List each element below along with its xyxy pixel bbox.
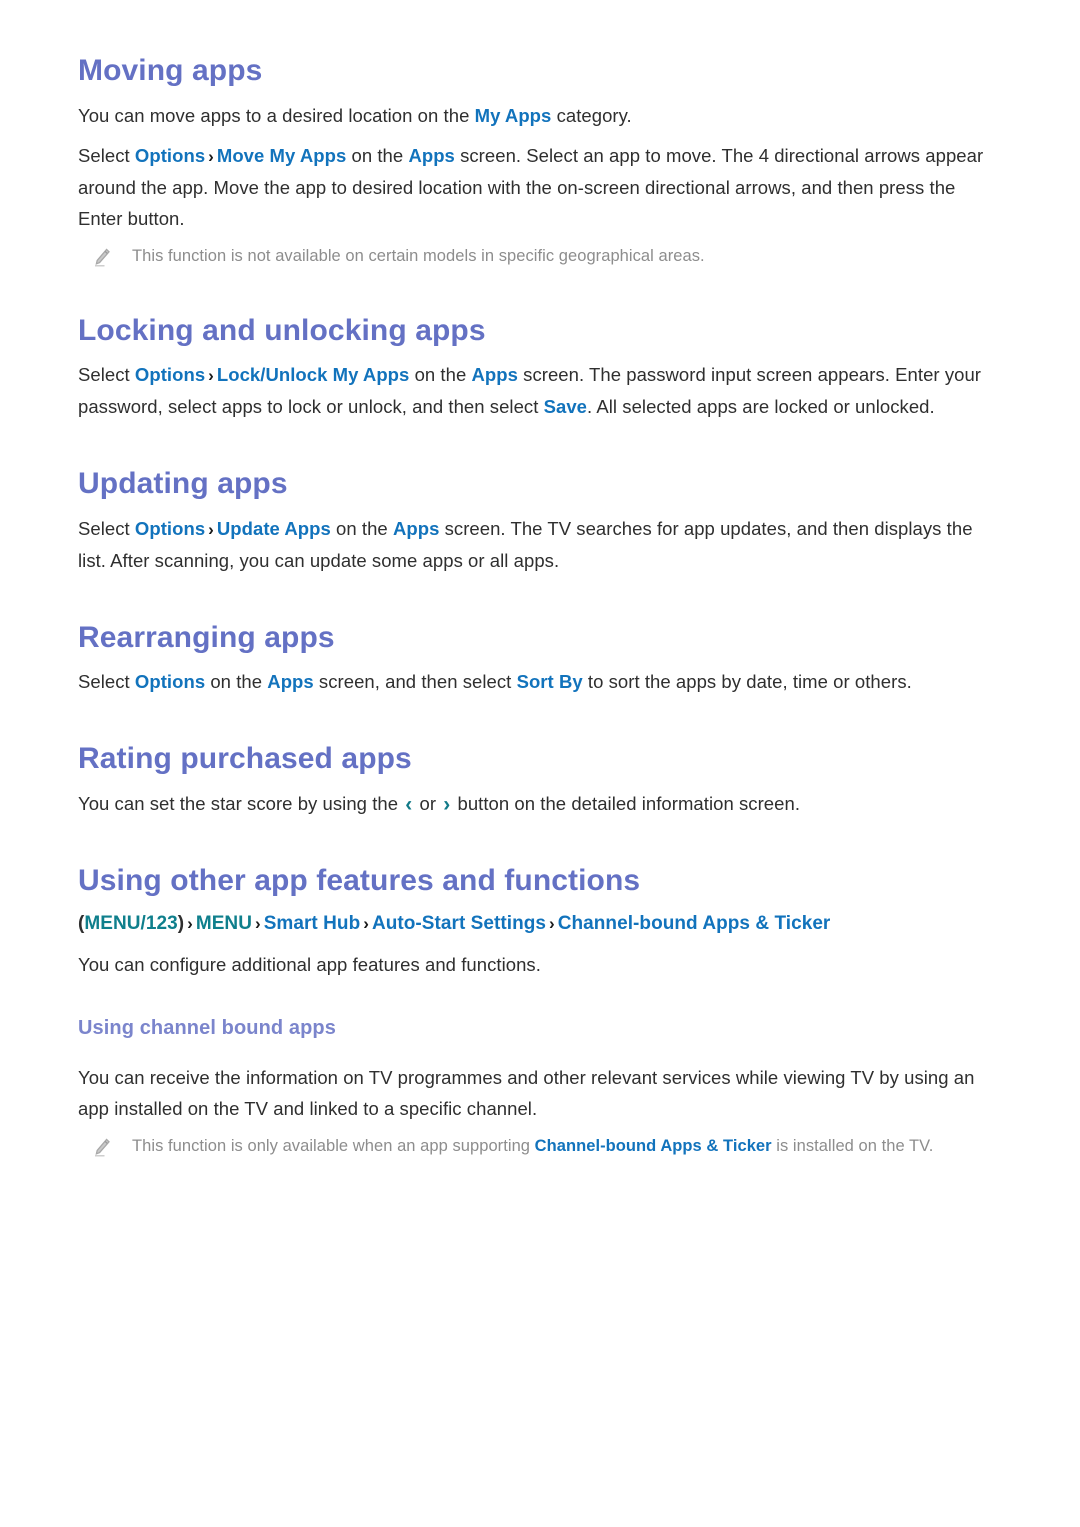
text-fragment: to sort the apps by date, time or others… bbox=[582, 671, 912, 692]
paragraph-updating-apps-1: Select Options › Update Apps on the Apps s… bbox=[78, 513, 1005, 576]
chevron-right-icon: › bbox=[549, 914, 555, 933]
breadcrumb-item-menu[interactable]: MENU bbox=[196, 913, 252, 934]
breadcrumb: (MENU/123) › MENU › Smart Hub › Auto-Start Set… bbox=[78, 909, 1005, 939]
paragraph-moving-apps-1: You can move apps to a desired location … bbox=[78, 100, 1005, 131]
text-fragment: You can set the star score by using the bbox=[78, 792, 404, 814]
section-other-app-features: Using other app features and functions (… bbox=[78, 864, 1005, 981]
section-updating-apps: Updating apps Select Options › Update Apps… bbox=[78, 467, 1005, 576]
paragraph-other-features-1: You can configure additional app feature… bbox=[78, 954, 541, 975]
text-fragment: on the bbox=[409, 364, 472, 385]
link-options[interactable]: Options bbox=[135, 671, 205, 692]
link-my-apps[interactable]: My Apps bbox=[475, 105, 552, 126]
breadcrumb-item-channel-bound-apps-ticker[interactable]: Channel-bound Apps & Ticker bbox=[558, 913, 831, 934]
text-fragment: on the bbox=[205, 671, 268, 692]
note-row-channel-bound: This function is only available when an … bbox=[78, 1134, 1005, 1159]
breadcrumb-item-smart-hub[interactable]: Smart Hub bbox=[264, 913, 361, 934]
note-text: This function is not available on certai… bbox=[132, 246, 705, 265]
link-options[interactable]: Options bbox=[135, 364, 205, 385]
chevron-right-icon: › bbox=[208, 519, 214, 539]
link-options[interactable]: Options bbox=[135, 518, 205, 539]
text-fragment: category. bbox=[551, 104, 632, 126]
link-apps[interactable]: Apps bbox=[408, 145, 454, 166]
manual-page: Moving apps You can move apps to a desir… bbox=[0, 0, 1080, 1527]
chevron-right-icon: › bbox=[208, 366, 214, 385]
text-fragment: . All selected apps are locked or unlock… bbox=[587, 396, 935, 417]
page-title-other-app-features: Using other app features and functions bbox=[78, 863, 641, 897]
text-fragment: Select bbox=[78, 144, 135, 166]
link-apps[interactable]: Apps bbox=[393, 518, 439, 539]
section-rearranging-apps: Rearranging apps Select Options on the A… bbox=[78, 621, 1005, 698]
breadcrumb-item-auto-start-settings[interactable]: Auto-Start Settings bbox=[372, 913, 546, 934]
text-fragment: Select bbox=[78, 364, 135, 385]
pencil-icon bbox=[92, 1137, 112, 1159]
section-moving-apps: Moving apps You can move apps to a desir… bbox=[78, 54, 1005, 269]
text-fragment: screen, and then select bbox=[313, 671, 517, 692]
pencil-icon bbox=[92, 247, 112, 269]
link-save[interactable]: Save bbox=[544, 396, 587, 417]
text-fragment: This function is only available when an … bbox=[132, 1137, 535, 1155]
paragraph-moving-apps-2: Select Options › Move My Apps on the Apps … bbox=[78, 140, 1005, 234]
paragraph-channel-bound-1: You can receive the information on TV pr… bbox=[78, 1067, 975, 1119]
section-locking-apps: Locking and unlocking apps Select Option… bbox=[78, 314, 1005, 423]
chevron-right-icon: › bbox=[363, 914, 369, 933]
text-fragment: You can move apps to a desired location … bbox=[78, 104, 475, 126]
chevron-right-icon: › bbox=[208, 146, 214, 166]
note-text: This function is only available when an … bbox=[132, 1134, 933, 1159]
subsection-using-channel-bound-apps: Using channel bound apps You can receive… bbox=[78, 1017, 1005, 1159]
page-title-rearranging-apps: Rearranging apps bbox=[78, 620, 335, 654]
link-channel-bound-apps-ticker[interactable]: Channel-bound Apps & Ticker bbox=[535, 1137, 772, 1155]
note-row-moving-apps: This function is not available on certai… bbox=[78, 244, 1005, 269]
section-rating-purchased-apps: Rating purchased apps You can set the st… bbox=[78, 742, 1005, 819]
text-fragment: Select bbox=[78, 517, 135, 539]
chevron-left-icon: ‹ bbox=[405, 792, 413, 816]
link-move-my-apps[interactable]: Move My Apps bbox=[217, 145, 346, 166]
link-apps[interactable]: Apps bbox=[267, 671, 313, 692]
link-sort-by[interactable]: Sort By bbox=[517, 671, 583, 692]
breadcrumb-item-menu123[interactable]: MENU/123 bbox=[84, 913, 177, 934]
paragraph-rearranging-apps-1: Select Options on the Apps screen, and t… bbox=[78, 666, 1005, 697]
paragraph-locking-apps-1: Select Options › Lock/Unlock My Apps on th… bbox=[78, 359, 1005, 422]
link-options[interactable]: Options bbox=[135, 145, 205, 166]
text-fragment: on the bbox=[346, 144, 409, 166]
text-fragment: Select bbox=[78, 671, 135, 692]
text-fragment: on the bbox=[330, 517, 393, 539]
page-title-moving-apps: Moving apps bbox=[78, 54, 263, 87]
page-title-locking-apps: Locking and unlocking apps bbox=[78, 313, 486, 347]
link-lock-unlock-my-apps[interactable]: Lock/Unlock My Apps bbox=[217, 364, 410, 385]
text-fragment: button on the detailed information scree… bbox=[452, 792, 801, 814]
text-fragment: is installed on the TV. bbox=[771, 1137, 934, 1155]
sub-title-using-channel-bound-apps: Using channel bound apps bbox=[78, 1017, 336, 1039]
text-fragment: or bbox=[414, 792, 442, 814]
chevron-right-icon: › bbox=[254, 914, 261, 933]
chevron-right-icon: › bbox=[443, 792, 451, 816]
link-update-apps[interactable]: Update Apps bbox=[217, 518, 331, 539]
chevron-right-icon: › bbox=[187, 914, 193, 933]
page-title-updating-apps: Updating apps bbox=[78, 467, 288, 500]
page-title-rating-purchased-apps: Rating purchased apps bbox=[78, 742, 412, 775]
paragraph-rating-apps-1: You can set the star score by using the … bbox=[78, 788, 1005, 819]
link-apps[interactable]: Apps bbox=[472, 364, 518, 385]
